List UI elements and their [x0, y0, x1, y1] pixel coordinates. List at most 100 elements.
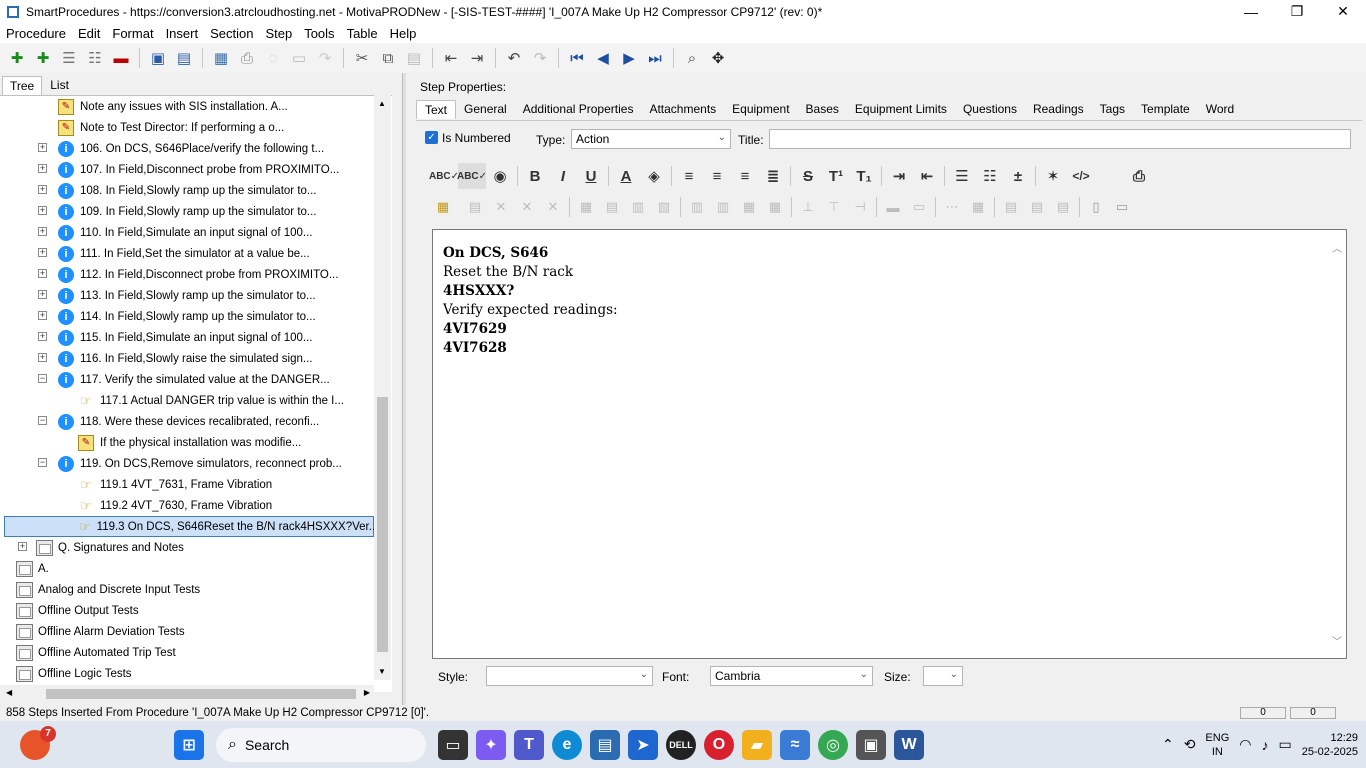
spellcheck-icon[interactable]: ABC✓: [429, 163, 459, 189]
tab-word[interactable]: Word: [1198, 100, 1242, 118]
find-icon[interactable]: ⌕: [679, 45, 705, 71]
save-all-icon[interactable]: ▣: [145, 45, 171, 71]
clock[interactable]: 12:29 25-02-2025: [1302, 731, 1358, 759]
expand-icon[interactable]: +: [38, 164, 47, 173]
refresh-icon[interactable]: ◌: [260, 45, 286, 71]
insert-table-icon[interactable]: ▦: [430, 197, 456, 217]
font-color-icon[interactable]: A: [612, 163, 640, 189]
table-tool-icon[interactable]: ▦: [573, 197, 599, 217]
save-icon[interactable]: ▤: [171, 45, 197, 71]
scroll-down-icon[interactable]: ▼: [378, 667, 386, 676]
list-icon[interactable]: ☰: [56, 45, 82, 71]
store-icon[interactable]: ▤: [590, 729, 620, 760]
table-tool-icon[interactable]: ▭: [1109, 197, 1135, 217]
menu-help[interactable]: Help: [384, 26, 423, 41]
menu-edit[interactable]: Edit: [72, 26, 106, 41]
expand-icon[interactable]: +: [38, 227, 47, 236]
tab-bases[interactable]: Bases: [798, 100, 847, 118]
tree-item[interactable]: i 107. In Field,Disconnect probe from PRO…: [58, 159, 339, 180]
title-input[interactable]: [769, 129, 1351, 149]
tab-tags[interactable]: Tags: [1092, 100, 1133, 118]
first-icon[interactable]: ⏮: [564, 45, 590, 71]
collapse-icon[interactable]: −: [38, 374, 47, 383]
outdent-icon[interactable]: ⇤: [913, 163, 941, 189]
collapse-icon[interactable]: −: [38, 458, 47, 467]
tab-questions[interactable]: Questions: [955, 100, 1025, 118]
tree-item[interactable]: i 109. In Field,Slowly ramp up the simula…: [58, 201, 317, 222]
tab-template[interactable]: Template: [1133, 100, 1198, 118]
tree-item[interactable]: i 114. In Field,Slowly ramp up the simula…: [58, 306, 316, 327]
battery-icon[interactable]: ▭: [1278, 736, 1291, 753]
style-select[interactable]: ⌄: [486, 666, 653, 686]
opera-icon[interactable]: O: [704, 729, 734, 760]
next-icon[interactable]: ▶: [616, 45, 642, 71]
spellcheck-auto-icon[interactable]: ABC✓: [457, 163, 487, 189]
type-select[interactable]: Action ⌄: [571, 129, 731, 149]
expand-icon[interactable]: +: [38, 206, 47, 215]
strikethrough-icon[interactable]: S: [794, 163, 822, 189]
menu-step[interactable]: Step: [259, 26, 298, 41]
indent-icon[interactable]: ⇥: [464, 45, 490, 71]
table-tool-icon[interactable]: ⊥: [795, 197, 821, 217]
tab-tree[interactable]: Tree: [2, 76, 43, 95]
weather-icon[interactable]: 7: [20, 725, 56, 760]
tree-item[interactable]: i 113. In Field,Slowly ramp up the simula…: [58, 285, 316, 306]
tree-item[interactable]: A.: [16, 558, 49, 579]
teams-icon[interactable]: T: [514, 729, 544, 760]
table-tool-icon[interactable]: ▯: [1083, 197, 1109, 217]
last-icon[interactable]: ⏭: [642, 45, 668, 71]
tree-item[interactable]: i 108. In Field,Slowly ramp up the simula…: [58, 180, 317, 201]
tree-item[interactable]: i 117. Verify the simulated value at the …: [58, 369, 330, 390]
table-tool-icon[interactable]: ✕: [488, 197, 514, 217]
windows-start-icon[interactable]: ⊞: [174, 729, 204, 760]
tree-item[interactable]: i 119. On DCS,Remove simulators, reconnec…: [58, 453, 342, 474]
table-tool-icon[interactable]: ▤: [1050, 197, 1076, 217]
is-numbered-checkbox[interactable]: ✓: [425, 131, 438, 144]
redo-icon[interactable]: ↷: [527, 45, 553, 71]
tab-general[interactable]: General: [456, 100, 515, 118]
bullet-list-icon[interactable]: ☰: [948, 163, 976, 189]
expand-icon[interactable]: +: [38, 353, 47, 362]
menu-procedure[interactable]: Procedure: [0, 26, 72, 41]
expand-icon[interactable]: +: [38, 185, 47, 194]
menu-tools[interactable]: Tools: [298, 26, 340, 41]
scroll-left-icon[interactable]: ◀: [6, 688, 12, 697]
task-view-icon[interactable]: ▭: [438, 729, 468, 760]
expand-icon[interactable]: +: [38, 311, 47, 320]
scroll-up-icon[interactable]: ▲: [378, 99, 386, 108]
minimize-button[interactable]: —: [1228, 0, 1274, 23]
table-tool-icon[interactable]: ▦: [762, 197, 788, 217]
copilot-icon[interactable]: ✦: [476, 729, 506, 760]
menu-section[interactable]: Section: [204, 26, 259, 41]
magic-wand-icon[interactable]: ✶: [1039, 163, 1067, 189]
tree-item[interactable]: Offline Logic Tests: [16, 663, 132, 684]
bold-icon[interactable]: B: [521, 163, 549, 189]
tab-attachments[interactable]: Attachments: [641, 100, 724, 118]
tree-item[interactable]: i 106. On DCS, S646Place/verify the follo…: [58, 138, 324, 159]
window-icon[interactable]: ▭: [286, 45, 312, 71]
tab-equipment[interactable]: Equipment: [724, 100, 797, 118]
tree-item[interactable]: ☞ 119.2 4VT_7630, Frame Vibration: [78, 495, 272, 516]
undo-icon[interactable]: ↶: [501, 45, 527, 71]
chrome-icon[interactable]: ◎: [818, 729, 848, 760]
tree-item[interactable]: i 112. In Field,Disconnect probe from PRO…: [58, 264, 338, 285]
paste-icon[interactable]: ▤: [401, 45, 427, 71]
redo-disabled-icon[interactable]: ↷: [312, 45, 338, 71]
table-tool-icon[interactable]: ✕: [540, 197, 566, 217]
tab-readings[interactable]: Readings: [1025, 100, 1092, 118]
expand-icon[interactable]: +: [38, 290, 47, 299]
expand-icon[interactable]: +: [38, 248, 47, 257]
add-icon[interactable]: ✚: [4, 45, 30, 71]
table-tool-icon[interactable]: ▦: [736, 197, 762, 217]
remove-icon[interactable]: ▬: [108, 45, 134, 71]
table-tool-icon[interactable]: ▬: [880, 197, 906, 217]
tree-item[interactable]: i 115. In Field,Simulate an input signal …: [58, 327, 313, 348]
table-tool-icon[interactable]: ▥: [684, 197, 710, 217]
copy-icon[interactable]: ⧉: [375, 45, 401, 71]
edge-icon[interactable]: e: [552, 729, 582, 760]
power-automate-icon[interactable]: ➤: [628, 729, 658, 760]
dell-icon[interactable]: DELL: [666, 729, 696, 760]
tree-item[interactable]: Offline Automated Trip Test: [16, 642, 176, 663]
record-icon[interactable]: ◉: [486, 163, 514, 189]
wifi-icon[interactable]: ◠: [1239, 736, 1251, 753]
